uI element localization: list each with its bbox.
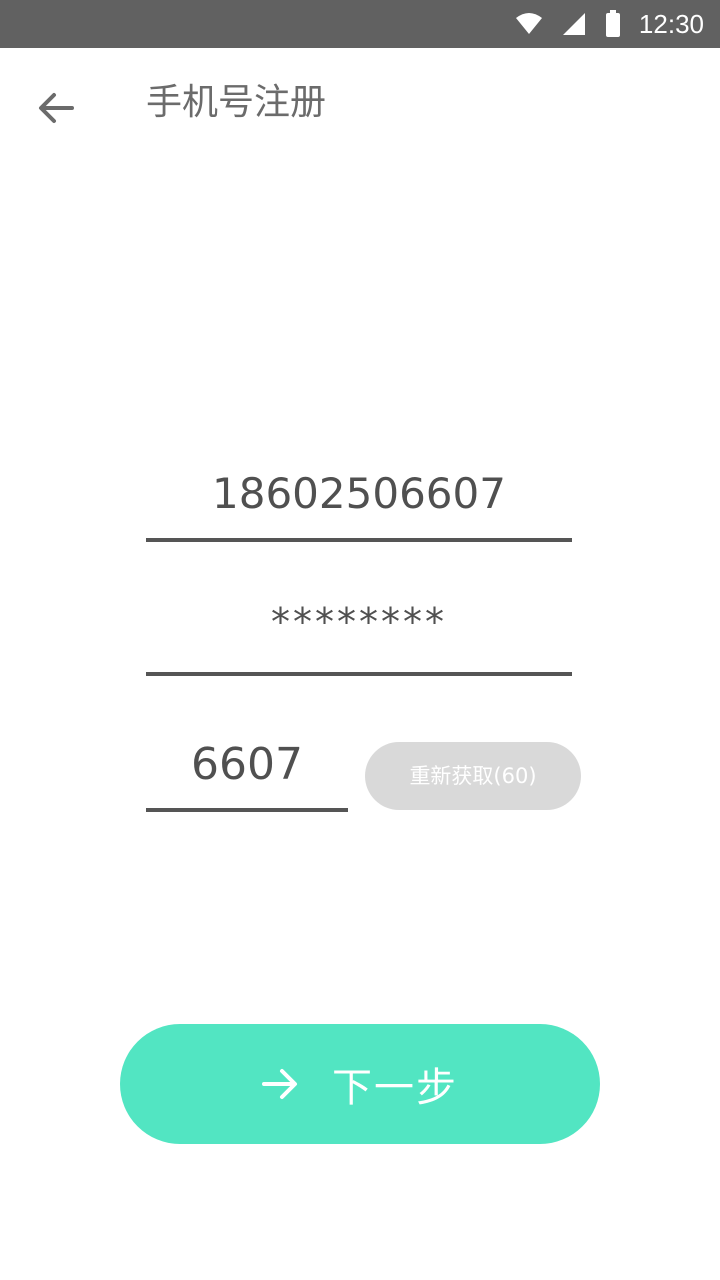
back-button[interactable] bbox=[28, 80, 84, 136]
status-icons: 12:30 bbox=[515, 0, 704, 48]
arrow-left-icon bbox=[39, 93, 74, 123]
next-step-button[interactable]: 下一步 bbox=[120, 1024, 600, 1144]
arrow-right-icon bbox=[262, 1069, 297, 1099]
cell-signal-icon bbox=[562, 13, 585, 35]
phone-input[interactable]: 18602506607 bbox=[146, 462, 572, 542]
verification-code-input[interactable]: 6607 bbox=[146, 736, 348, 812]
status-time: 12:30 bbox=[638, 8, 704, 39]
next-step-label: 下一步 bbox=[332, 1065, 458, 1111]
battery-icon bbox=[605, 10, 620, 37]
status-bar: 12:30 bbox=[0, 0, 720, 48]
resend-code-button[interactable]: 重新获取(60) bbox=[365, 742, 581, 810]
app-bar: 手机号注册 bbox=[0, 48, 720, 160]
password-input[interactable]: ******** bbox=[146, 596, 572, 676]
wifi-icon bbox=[515, 13, 542, 34]
page-title: 手机号注册 bbox=[146, 82, 327, 123]
